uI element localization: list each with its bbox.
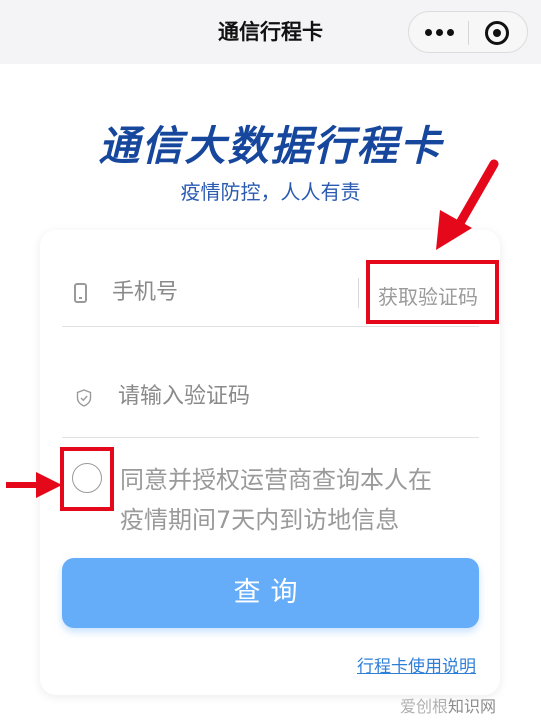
usage-guide-link[interactable]: 行程卡使用说明	[357, 652, 476, 677]
mini-program-capsule	[408, 11, 528, 53]
phone-underline	[62, 326, 479, 327]
arrow-to-checkbox-icon	[6, 472, 62, 498]
watermark-part1: 爱创根	[400, 697, 449, 716]
field-divider	[358, 278, 359, 308]
close-mini-program-icon[interactable]	[485, 21, 509, 45]
code-underline	[62, 437, 479, 438]
watermark: 爱创根知识网	[400, 693, 496, 717]
consent-line-1: 同意并授权运营商查询本人在	[120, 466, 432, 494]
watermark-part2: 知识网	[448, 697, 497, 716]
consent-checkbox[interactable]	[72, 463, 102, 493]
consent-checkbox-highlight	[60, 447, 114, 511]
verification-code-input[interactable]: 请输入验证码	[118, 382, 418, 412]
query-button[interactable]: 查询	[62, 558, 479, 628]
get-code-button[interactable]: 获取验证码	[366, 260, 499, 324]
more-dots-icon[interactable]	[425, 29, 455, 37]
arrow-to-get-code-icon	[436, 159, 499, 250]
consent-text[interactable]: 同意并授权运营商查询本人在 疫情期间7天内到访地信息	[120, 460, 470, 540]
shield-check-icon	[76, 389, 92, 407]
navigation-bar: 通信行程卡	[0, 0, 541, 64]
get-code-label: 获取验证码	[378, 285, 478, 309]
phone-input[interactable]: 手机号	[112, 278, 342, 308]
phone-icon	[74, 283, 87, 303]
consent-line-2: 疫情期间7天内到访地信息	[120, 506, 400, 534]
capsule-divider	[468, 21, 469, 45]
